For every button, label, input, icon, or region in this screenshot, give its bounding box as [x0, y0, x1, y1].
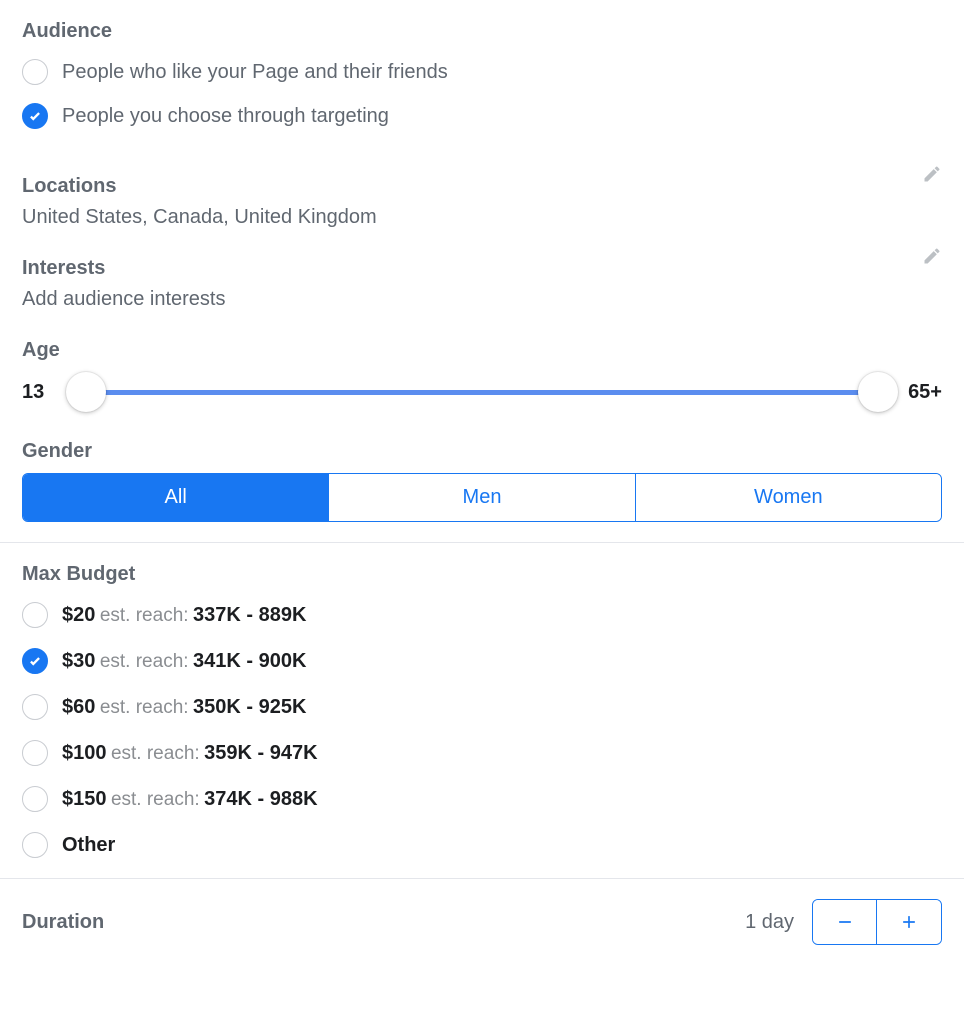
audience-title: Audience [22, 20, 942, 43]
age-range-bar [72, 390, 892, 395]
budget-option-label: $30 est. reach: 341K - 900K [62, 650, 306, 673]
duration-controls: 1 day [745, 899, 942, 945]
audience-option-label: People who like your Page and their frie… [62, 61, 448, 84]
duration-decrement-button[interactable] [813, 900, 877, 944]
audience-option-page-friends[interactable]: People who like your Page and their frie… [22, 59, 942, 85]
radio-unchecked-icon[interactable] [22, 602, 48, 628]
budget-option-100[interactable]: $100 est. reach: 359K - 947K [22, 740, 942, 766]
gender-option-all[interactable]: All [23, 474, 329, 521]
age-max-value: 65+ [902, 381, 942, 404]
budget-option-150[interactable]: $150 est. reach: 374K - 988K [22, 786, 942, 812]
plus-icon [899, 912, 919, 932]
age-min-value: 13 [22, 381, 62, 404]
interests-header: Interests [22, 229, 942, 288]
budget-title: Max Budget [22, 563, 942, 586]
budget-option-60[interactable]: $60 est. reach: 350K - 925K [22, 694, 942, 720]
gender-option-women[interactable]: Women [636, 474, 941, 521]
audience-option-targeting[interactable]: People you choose through targeting [22, 103, 942, 129]
edit-icon[interactable] [922, 164, 942, 189]
duration-section: Duration 1 day [0, 879, 964, 965]
audience-option-label: People you choose through targeting [62, 105, 389, 128]
locations-title: Locations [22, 175, 116, 198]
duration-increment-button[interactable] [877, 900, 941, 944]
duration-title: Duration [22, 911, 104, 934]
budget-section: Max Budget $20 est. reach: 337K - 889K $… [0, 543, 964, 878]
locations-value: United States, Canada, United Kingdom [22, 206, 942, 229]
budget-option-label: $20 est. reach: 337K - 889K [62, 604, 306, 627]
radio-unchecked-icon[interactable] [22, 740, 48, 766]
edit-icon[interactable] [922, 246, 942, 271]
age-title: Age [22, 339, 942, 362]
interests-title: Interests [22, 257, 105, 280]
age-slider[interactable]: 13 65+ [22, 372, 942, 412]
duration-value: 1 day [745, 911, 794, 934]
budget-option-other[interactable]: Other [22, 832, 942, 858]
radio-unchecked-icon[interactable] [22, 786, 48, 812]
audience-section: Audience People who like your Page and t… [0, 0, 964, 542]
radio-unchecked-icon[interactable] [22, 59, 48, 85]
budget-option-label: $100 est. reach: 359K - 947K [62, 742, 318, 765]
budget-option-label: $150 est. reach: 374K - 988K [62, 788, 318, 811]
budget-option-label: $60 est. reach: 350K - 925K [62, 696, 306, 719]
radio-checked-icon[interactable] [22, 103, 48, 129]
age-max-handle[interactable] [858, 372, 898, 412]
radio-checked-icon[interactable] [22, 648, 48, 674]
locations-header: Locations [22, 147, 942, 206]
minus-icon [835, 912, 855, 932]
budget-option-20[interactable]: $20 est. reach: 337K - 889K [22, 602, 942, 628]
gender-segmented-control: All Men Women [22, 473, 942, 522]
radio-unchecked-icon[interactable] [22, 694, 48, 720]
gender-option-men[interactable]: Men [329, 474, 635, 521]
radio-unchecked-icon[interactable] [22, 832, 48, 858]
interests-placeholder[interactable]: Add audience interests [22, 288, 942, 311]
budget-option-30[interactable]: $30 est. reach: 341K - 900K [22, 648, 942, 674]
gender-title: Gender [22, 440, 942, 463]
budget-other-label: Other [62, 834, 115, 857]
age-track[interactable] [72, 372, 892, 412]
duration-stepper [812, 899, 942, 945]
age-min-handle[interactable] [66, 372, 106, 412]
